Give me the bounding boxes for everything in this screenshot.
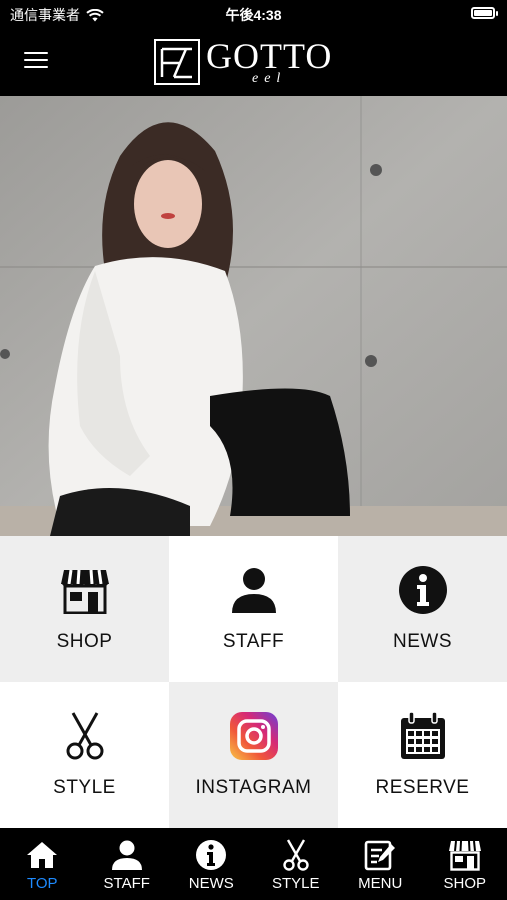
logo-name: GOTTO [206, 36, 333, 76]
tile-label: STAFF [222, 631, 285, 652]
logo-mark-icon [154, 39, 200, 85]
tab-news[interactable]: NEWS [169, 828, 254, 900]
status-bar: 通信事業者 午後4:38 [0, 0, 507, 28]
tab-label: STYLE [271, 875, 320, 892]
menu-edit-icon [364, 840, 396, 871]
tile-news[interactable]: NEWS [338, 536, 507, 682]
tile-style[interactable]: STYLE [0, 682, 169, 828]
tab-shop[interactable]: SHOP [423, 828, 507, 900]
tile-reserve[interactable]: RESERVE [338, 682, 507, 828]
tile-label: STYLE [53, 777, 116, 798]
info-icon [196, 840, 227, 870]
tile-staff[interactable]: STAFF [169, 536, 338, 682]
person-icon [111, 840, 142, 870]
tab-style[interactable]: STYLE [254, 828, 339, 900]
calendar-icon [400, 711, 445, 759]
tab-label: NEWS [188, 875, 234, 892]
home-icon [27, 842, 58, 868]
shop-icon [448, 840, 481, 871]
scissors-icon [66, 712, 103, 760]
app-header: GOTTO eel [0, 28, 507, 96]
tab-label: TOP [26, 875, 58, 892]
tab-label: MENU [358, 875, 403, 892]
tab-staff[interactable]: STAFF [85, 828, 170, 900]
tile-label: SHOP [56, 631, 113, 652]
hero-image [0, 96, 507, 536]
tab-label: SHOP [443, 875, 486, 892]
tile-label: NEWS [393, 631, 452, 652]
shop-icon [60, 569, 109, 614]
tab-top[interactable]: TOP [0, 828, 85, 900]
tile-label: RESERVE [375, 777, 470, 798]
tile-label: INSTAGRAM [195, 777, 312, 798]
hamburger-icon[interactable] [24, 52, 48, 70]
tile-instagram[interactable]: INSTAGRAM [169, 682, 338, 828]
scissors-icon [283, 839, 309, 871]
app-logo: GOTTO eel [154, 38, 332, 86]
tab-bar: TOP STAFF NEWS STYLE MENU SHOP [0, 828, 507, 900]
person-icon [231, 568, 276, 613]
logo-sub: eel [252, 71, 287, 86]
menu-grid: SHOP STAFF NEWS STYLE INSTAGRAM RESERVE [0, 536, 507, 828]
battery-icon [471, 7, 498, 19]
instagram-icon [229, 712, 278, 760]
tile-shop[interactable]: SHOP [0, 536, 169, 682]
info-icon [398, 566, 447, 614]
tab-label: STAFF [103, 875, 150, 892]
tab-menu[interactable]: MENU [338, 828, 423, 900]
status-time: 午後4:38 [225, 7, 282, 23]
